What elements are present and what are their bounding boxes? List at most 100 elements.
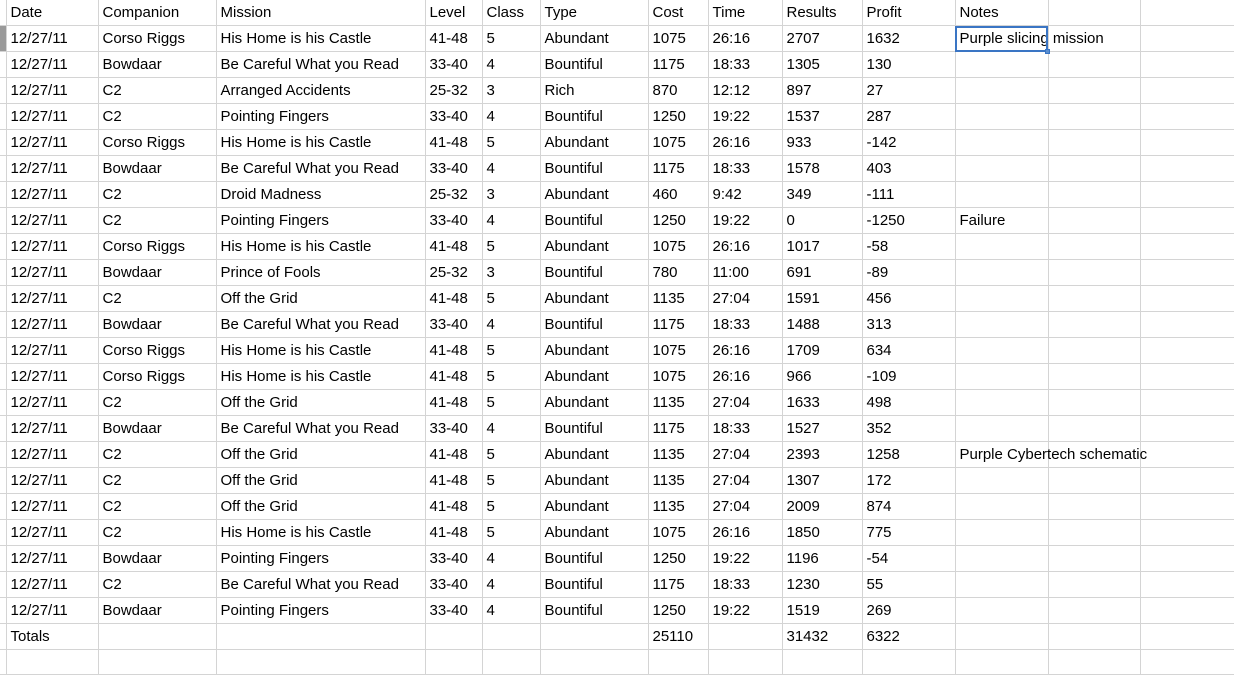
cell-class[interactable]: 3 [482, 259, 541, 286]
cell-profit[interactable]: -142 [862, 129, 956, 156]
cell-empty-extra-1[interactable] [1048, 545, 1141, 572]
cell-mission[interactable]: Be Careful What you Read [216, 51, 426, 78]
cell-level[interactable]: 33-40 [425, 207, 483, 234]
cell-empty-extra-2[interactable] [1140, 51, 1234, 78]
table-row[interactable]: 12/27/11 Corso Riggs His Home is his Castl… [0, 363, 1234, 390]
cell-notes[interactable] [955, 233, 1049, 260]
cell-mission[interactable]: Prince of Fools [216, 259, 426, 286]
cell-date[interactable]: 12/27/11 [6, 103, 99, 130]
cell-class[interactable]: 4 [482, 155, 541, 182]
table-row[interactable]: 12/27/11 Bowdaar Prince of Fools 25-32 3 Boun… [0, 259, 1234, 286]
column-header-mission[interactable]: Mission [216, 0, 426, 26]
cell-type[interactable]: Bountiful [540, 597, 649, 624]
cell-empty-extra-2[interactable] [1140, 493, 1234, 520]
cell-results[interactable]: 933 [782, 129, 863, 156]
cell-notes[interactable]: Failure [955, 207, 1049, 234]
cell-profit[interactable]: -111 [862, 181, 956, 208]
cell-empty-extra-1[interactable] [1048, 571, 1141, 598]
cell-profit[interactable]: -1250 [862, 207, 956, 234]
cell-cost[interactable]: 1175 [648, 155, 709, 182]
cell-companion[interactable]: C2 [98, 571, 217, 598]
table-row[interactable]: 12/27/11 Bowdaar Pointing Fingers 33-40 4 Bou… [0, 597, 1234, 624]
table-row[interactable]: 12/27/11 Corso Riggs His Home is his Castl… [0, 129, 1234, 156]
cell-type[interactable]: Abundant [540, 25, 649, 52]
cell-level[interactable]: 41-48 [425, 285, 483, 312]
cell-time[interactable]: 26:16 [708, 129, 783, 156]
cell-empty-extra-1[interactable] [1048, 259, 1141, 286]
cell-class[interactable]: 4 [482, 51, 541, 78]
cell-date[interactable]: 12/27/11 [6, 545, 99, 572]
cell-results[interactable]: 1537 [782, 103, 863, 130]
cell-type[interactable]: Abundant [540, 129, 649, 156]
cell-results[interactable]: 1196 [782, 545, 863, 572]
cell-type[interactable]: Bountiful [540, 571, 649, 598]
cell-level[interactable]: 33-40 [425, 571, 483, 598]
cell-companion[interactable]: Bowdaar [98, 597, 217, 624]
cell-results[interactable]: 1230 [782, 571, 863, 598]
cell-time[interactable]: 18:33 [708, 311, 783, 338]
cell-type[interactable]: Bountiful [540, 415, 649, 442]
cell-mission[interactable]: Pointing Fingers [216, 597, 426, 624]
cell-type[interactable]: Abundant [540, 467, 649, 494]
cell-date[interactable]: 12/27/11 [6, 337, 99, 364]
cell-empty-extra-1[interactable] [1048, 155, 1141, 182]
cell-class[interactable]: 4 [482, 103, 541, 130]
cell-level[interactable]: 25-32 [425, 259, 483, 286]
cell-companion[interactable]: Bowdaar [98, 259, 217, 286]
cell-class[interactable]: 4 [482, 415, 541, 442]
cell-class[interactable]: 4 [482, 207, 541, 234]
cell-date[interactable]: 12/27/11 [6, 441, 99, 468]
cell-notes[interactable] [955, 597, 1049, 624]
cell-type[interactable]: Abundant [540, 233, 649, 260]
totals-cell-empty-extra-1[interactable] [1048, 623, 1141, 650]
cell-results[interactable]: 2009 [782, 493, 863, 520]
cell-empty-extra-2[interactable] [1140, 207, 1234, 234]
cell-date[interactable]: 12/27/11 [6, 207, 99, 234]
cell-blank-5[interactable] [540, 649, 649, 675]
cell-profit[interactable]: 287 [862, 103, 956, 130]
cell-mission[interactable]: His Home is his Castle [216, 25, 426, 52]
cell-blank-4[interactable] [482, 649, 541, 675]
cell-results[interactable]: 1017 [782, 233, 863, 260]
cell-type[interactable]: Bountiful [540, 207, 649, 234]
cell-type[interactable]: Abundant [540, 441, 649, 468]
cell-time[interactable]: 19:22 [708, 103, 783, 130]
cell-time[interactable]: 27:04 [708, 285, 783, 312]
cell-class[interactable]: 5 [482, 389, 541, 416]
cell-empty-extra-2[interactable] [1140, 597, 1234, 624]
cell-cost[interactable]: 1135 [648, 389, 709, 416]
cell-profit[interactable]: 352 [862, 415, 956, 442]
cell-companion[interactable]: Corso Riggs [98, 129, 217, 156]
cell-notes[interactable] [955, 389, 1049, 416]
cell-notes[interactable] [955, 545, 1049, 572]
cell-results[interactable]: 1591 [782, 285, 863, 312]
cell-empty-extra-2[interactable] [1140, 389, 1234, 416]
cell-notes[interactable] [955, 51, 1049, 78]
cell-empty-extra-2[interactable] [1140, 181, 1234, 208]
cell-cost[interactable]: 1075 [648, 129, 709, 156]
cell-mission[interactable]: Be Careful What you Read [216, 571, 426, 598]
cell-mission[interactable]: Arranged Accidents [216, 77, 426, 104]
cell-notes[interactable] [955, 519, 1049, 546]
cell-class[interactable]: 5 [482, 441, 541, 468]
data-grid[interactable]: Date Companion Mission Level Class Type … [0, 0, 1234, 675]
cell-class[interactable]: 4 [482, 597, 541, 624]
cell-empty-extra-2[interactable] [1140, 155, 1234, 182]
cell-empty-extra-1[interactable] [1048, 467, 1141, 494]
cell-empty-extra-1[interactable] [1048, 207, 1141, 234]
cell-empty-extra-2[interactable] [1140, 285, 1234, 312]
cell-results[interactable]: 2393 [782, 441, 863, 468]
table-row[interactable]: 12/27/11 C2 Droid Madness 25-32 3 Abundant 460… [0, 181, 1234, 208]
table-row[interactable]: 12/27/11 Bowdaar Pointing Fingers 33-40 4 Bou… [0, 545, 1234, 572]
cell-mission[interactable]: Off the Grid [216, 441, 426, 468]
cell-companion[interactable]: Corso Riggs [98, 25, 217, 52]
cell-mission[interactable]: Be Careful What you Read [216, 311, 426, 338]
table-row[interactable]: 12/27/11 Bowdaar Be Careful What you Read 3… [0, 311, 1234, 338]
cell-companion[interactable]: C2 [98, 207, 217, 234]
cell-profit[interactable]: 498 [862, 389, 956, 416]
cell-empty-extra-1[interactable] [1048, 129, 1141, 156]
cell-time[interactable]: 26:16 [708, 233, 783, 260]
cell-date[interactable]: 12/27/11 [6, 519, 99, 546]
cell-mission[interactable]: Off the Grid [216, 493, 426, 520]
cell-results[interactable]: 1307 [782, 467, 863, 494]
